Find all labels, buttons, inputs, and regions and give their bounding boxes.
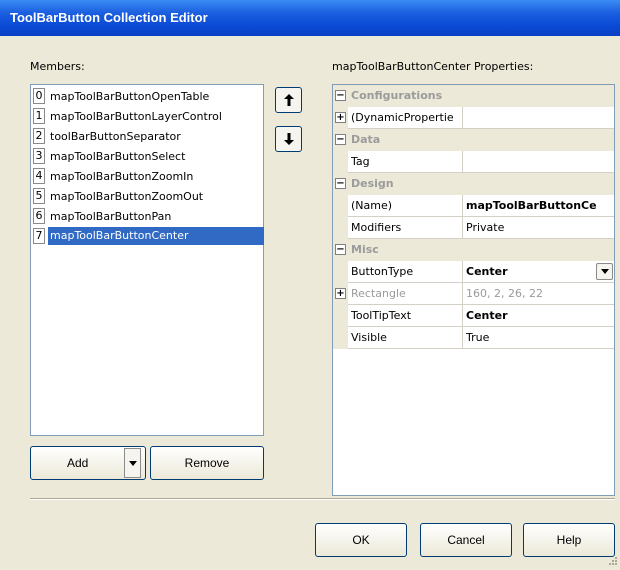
add-button-label: Add <box>67 456 89 470</box>
member-name: mapToolBarButtonCenter <box>48 227 264 245</box>
property-value[interactable]: mapToolBarButtonCe <box>466 195 614 217</box>
property-name: ToolTipText <box>351 305 463 327</box>
divider <box>30 498 615 500</box>
properties-label: mapToolBarButtonCenter Properties: <box>332 60 534 73</box>
property-grid[interactable]: − Configurations + (DynamicPropertie − D… <box>332 84 615 496</box>
member-name: toolBarButtonSeparator <box>50 129 181 143</box>
collection-editor-dialog: ToolBarButton Collection Editor Members:… <box>0 0 620 570</box>
arrow-up-icon <box>283 94 294 106</box>
property-row-buttontype[interactable]: ButtonType Center <box>333 261 614 283</box>
category-configurations[interactable]: − Configurations <box>333 85 614 107</box>
property-name: Modifiers <box>351 217 463 239</box>
property-value: 160, 2, 26, 22 <box>466 287 543 300</box>
category-label: Data <box>351 133 381 146</box>
expand-icon[interactable]: + <box>335 112 346 123</box>
list-item[interactable]: 5 mapToolBarButtonZoomOut <box>32 186 264 206</box>
member-index: 7 <box>33 228 45 244</box>
property-name: Tag <box>351 151 463 173</box>
list-item[interactable]: 4 mapToolBarButtonZoomIn <box>32 166 264 186</box>
member-index: 5 <box>33 188 45 204</box>
member-name: mapToolBarButtonZoomOut <box>50 189 204 203</box>
member-name: mapToolBarButtonSelect <box>50 149 186 163</box>
member-name: mapToolBarButtonOpenTable <box>50 89 210 103</box>
move-up-button[interactable] <box>275 87 302 113</box>
member-name: mapToolBarButtonLayerControl <box>50 109 222 123</box>
property-row-name[interactable]: (Name) mapToolBarButtonCe <box>333 195 614 217</box>
collapse-icon[interactable]: − <box>335 178 346 189</box>
list-item-selected[interactable]: 7 mapToolBarButtonCenter <box>32 226 264 246</box>
list-item[interactable]: 3 mapToolBarButtonSelect <box>32 146 264 166</box>
property-value[interactable]: Private <box>466 217 614 239</box>
remove-button[interactable]: Remove <box>150 446 264 480</box>
property-name: (DynamicPropertie <box>351 107 463 129</box>
collapse-icon[interactable]: − <box>335 244 346 255</box>
collapse-icon[interactable]: − <box>335 134 346 145</box>
remove-button-label: Remove <box>184 456 230 470</box>
property-name: Rectangle <box>351 283 463 305</box>
category-label: Design <box>351 177 394 190</box>
list-item[interactable]: 6 mapToolBarButtonPan <box>32 206 264 226</box>
member-name: mapToolBarButtonZoomIn <box>50 169 194 183</box>
property-name: (Name) <box>351 195 463 217</box>
window-title: ToolBarButton Collection Editor <box>0 0 620 36</box>
list-item[interactable]: 0 mapToolBarButtonOpenTable <box>32 86 264 106</box>
category-data[interactable]: − Data <box>333 129 614 151</box>
cancel-button[interactable]: Cancel <box>420 523 512 557</box>
ok-button-label: OK <box>352 533 370 547</box>
help-button-label: Help <box>556 533 582 547</box>
collapse-icon[interactable]: − <box>335 90 346 101</box>
member-index: 6 <box>33 208 45 224</box>
chevron-down-icon <box>128 460 137 466</box>
list-item[interactable]: 1 mapToolBarButtonLayerControl <box>32 106 264 126</box>
member-index: 1 <box>33 108 45 124</box>
property-name: Visible <box>351 327 463 349</box>
buttontype-dropdown-button[interactable] <box>596 263 613 280</box>
category-label: Misc <box>351 243 379 256</box>
cancel-button-label: Cancel <box>447 533 485 547</box>
member-index: 3 <box>33 148 45 164</box>
property-value[interactable]: Center <box>466 261 614 283</box>
property-row-visible[interactable]: Visible True <box>333 327 614 349</box>
property-value[interactable]: True <box>466 327 614 349</box>
expand-icon[interactable]: + <box>335 288 346 299</box>
members-label: Members: <box>30 60 85 73</box>
arrow-down-icon <box>283 133 294 145</box>
property-row-dynamic[interactable]: + (DynamicPropertie <box>333 107 614 129</box>
member-index: 0 <box>33 88 45 104</box>
move-down-button[interactable] <box>275 126 302 152</box>
property-row-tag[interactable]: Tag <box>333 151 614 173</box>
property-row-modifiers[interactable]: Modifiers Private <box>333 217 614 239</box>
property-row-tooltiptext[interactable]: ToolTipText Center <box>333 305 614 327</box>
resize-grip-icon[interactable] <box>606 556 618 568</box>
property-name: ButtonType <box>351 261 463 283</box>
member-index: 4 <box>33 168 45 184</box>
add-dropdown-button[interactable] <box>124 448 141 478</box>
category-label: Configurations <box>351 89 443 102</box>
members-list[interactable]: 0 mapToolBarButtonOpenTable 1 mapToolBar… <box>30 84 264 436</box>
member-index: 2 <box>33 128 45 144</box>
chevron-down-icon <box>600 269 609 274</box>
member-name: mapToolBarButtonPan <box>50 209 172 223</box>
category-design[interactable]: − Design <box>333 173 614 195</box>
ok-button[interactable]: OK <box>315 523 407 557</box>
property-value[interactable]: Center <box>466 305 614 327</box>
list-item[interactable]: 2 toolBarButtonSeparator <box>32 126 264 146</box>
help-button[interactable]: Help <box>523 523 615 557</box>
property-row-rectangle[interactable]: + Rectangle 160, 2, 26, 22 <box>333 283 614 305</box>
category-misc[interactable]: − Misc <box>333 239 614 261</box>
